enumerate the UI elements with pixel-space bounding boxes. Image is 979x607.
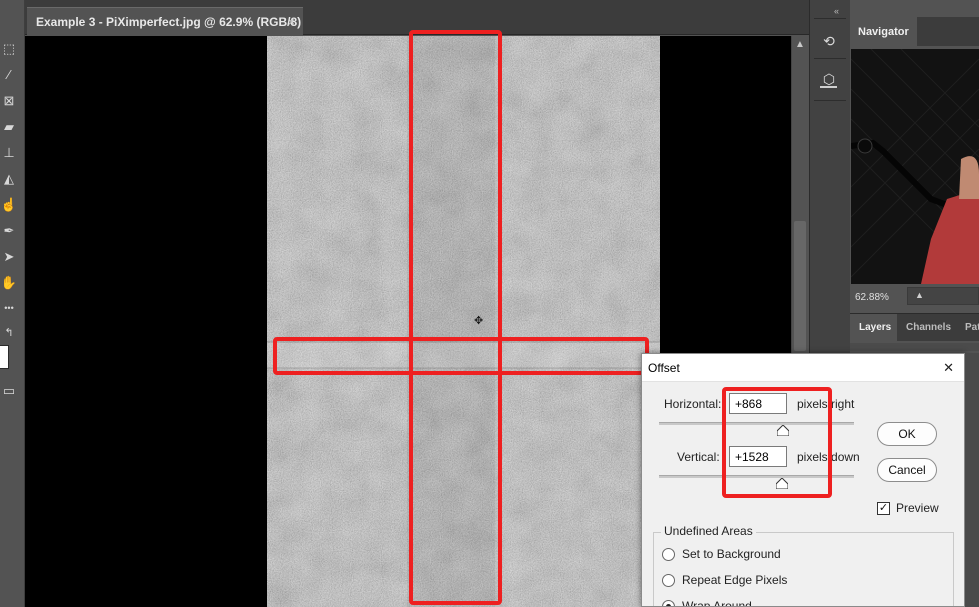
option-label: Wrap Around bbox=[682, 599, 752, 607]
dialog-titlebar[interactable]: Offset ✕ bbox=[642, 354, 964, 382]
document-tab-title: Example 3 - PiXimperfect.jpg @ 62.9% (RG… bbox=[36, 14, 302, 29]
radio-wrap-around[interactable] bbox=[662, 599, 675, 606]
radio-repeat-edge-pixels[interactable] bbox=[662, 573, 675, 587]
preview-label: Preview bbox=[896, 501, 939, 515]
smudge-tool-icon[interactable]: ☝ bbox=[0, 195, 18, 213]
layers-tab-row: Layers Channels Pat bbox=[850, 314, 979, 341]
tools-panel: ⬚ ⁄ ⊠ ▰ ⊥ ◭ ☝ ✒ ➤ ✋ ••• ↰ ▭ bbox=[0, 0, 25, 607]
tab-layers[interactable]: Layers bbox=[850, 314, 897, 341]
undefined-areas-title: Undefined Areas bbox=[661, 524, 756, 538]
vertical-label: Vertical: bbox=[677, 450, 720, 464]
option-label: Repeat Edge Pixels bbox=[682, 573, 788, 587]
marquee-tool-icon[interactable]: ⬚ bbox=[0, 39, 18, 57]
dock-divider bbox=[814, 58, 846, 59]
cancel-button[interactable]: Cancel bbox=[877, 458, 937, 482]
radio-set-to-background[interactable] bbox=[662, 547, 675, 561]
healing-brush-tool-icon[interactable]: ▰ bbox=[0, 117, 18, 135]
photoshop-window: ⬚ ⁄ ⊠ ▰ ⊥ ◭ ☝ ✒ ➤ ✋ ••• ↰ ▭ Example 3 - … bbox=[0, 0, 979, 607]
quick-select-tool-icon[interactable]: ⁄ bbox=[0, 65, 18, 83]
navigator-preview-image bbox=[851, 49, 979, 284]
horizontal-label: Horizontal: bbox=[664, 397, 722, 411]
swap-colors-icon[interactable]: ↰ bbox=[0, 324, 18, 342]
eraser-tool-icon[interactable]: ◭ bbox=[0, 169, 18, 187]
tab-channels[interactable]: Channels bbox=[906, 314, 951, 341]
navigator-zoom-value[interactable]: 62.88% bbox=[855, 292, 889, 303]
path-select-tool-icon[interactable]: ➤ bbox=[0, 247, 18, 265]
document-tab[interactable]: Example 3 - PiXimperfect.jpg @ 62.9% (RG… bbox=[27, 7, 303, 35]
annotation-horizontal-seam bbox=[273, 337, 649, 375]
clone-stamp-tool-icon[interactable]: ⊥ bbox=[0, 143, 18, 161]
navigator-tab-row: Navigator bbox=[850, 17, 979, 46]
tab-navigator[interactable]: Navigator bbox=[850, 17, 917, 46]
foreground-color-swatch[interactable] bbox=[0, 345, 9, 369]
layers-filter-bar bbox=[850, 343, 979, 351]
navigator-panel: Navigator 62.88% ▲ bbox=[850, 17, 979, 313]
hand-tool-icon[interactable]: ✋ bbox=[0, 273, 18, 291]
pen-tool-icon[interactable]: ✒ bbox=[0, 221, 18, 239]
dock-icon-underline bbox=[820, 86, 837, 88]
crop-frame-tool-icon[interactable]: ⊠ bbox=[0, 91, 18, 109]
navigator-zoom-slider[interactable]: ▲ bbox=[907, 287, 979, 305]
option-wrap-around[interactable]: Wrap Around bbox=[662, 599, 752, 607]
preview-checkbox[interactable]: ✓ bbox=[877, 501, 890, 515]
dialog-title: Offset bbox=[648, 361, 680, 375]
annotation-vertical-seam bbox=[409, 30, 502, 605]
screen-mode-icon[interactable]: ▭ bbox=[0, 381, 18, 399]
close-icon[interactable]: ✕ bbox=[943, 360, 954, 376]
right-edge-panel bbox=[965, 353, 979, 607]
history-icon[interactable]: ⟲ bbox=[820, 32, 838, 50]
zoom-out-mountain-icon[interactable]: ▲ bbox=[915, 290, 924, 300]
scroll-up-arrow-icon[interactable]: ▲ bbox=[795, 39, 805, 50]
preview-checkbox-row[interactable]: ✓ Preview bbox=[877, 501, 939, 515]
option-label: Set to Background bbox=[682, 547, 781, 561]
option-repeat-edge-pixels[interactable]: Repeat Edge Pixels bbox=[662, 573, 787, 587]
option-set-to-background[interactable]: Set to Background bbox=[662, 547, 781, 561]
dock-divider bbox=[814, 100, 846, 101]
collapse-panels-icon[interactable]: « bbox=[834, 6, 839, 16]
navigator-preview[interactable] bbox=[851, 49, 979, 284]
ok-button[interactable]: OK bbox=[877, 422, 937, 446]
close-tab-icon[interactable]: × bbox=[288, 15, 295, 29]
more-tools-icon[interactable]: ••• bbox=[0, 299, 18, 317]
undefined-areas-group bbox=[653, 532, 954, 606]
tab-paths[interactable]: Pat bbox=[965, 314, 979, 341]
annotation-offset-values bbox=[722, 387, 832, 498]
scrollbar-thumb[interactable] bbox=[794, 221, 806, 351]
dock-divider bbox=[814, 18, 846, 19]
